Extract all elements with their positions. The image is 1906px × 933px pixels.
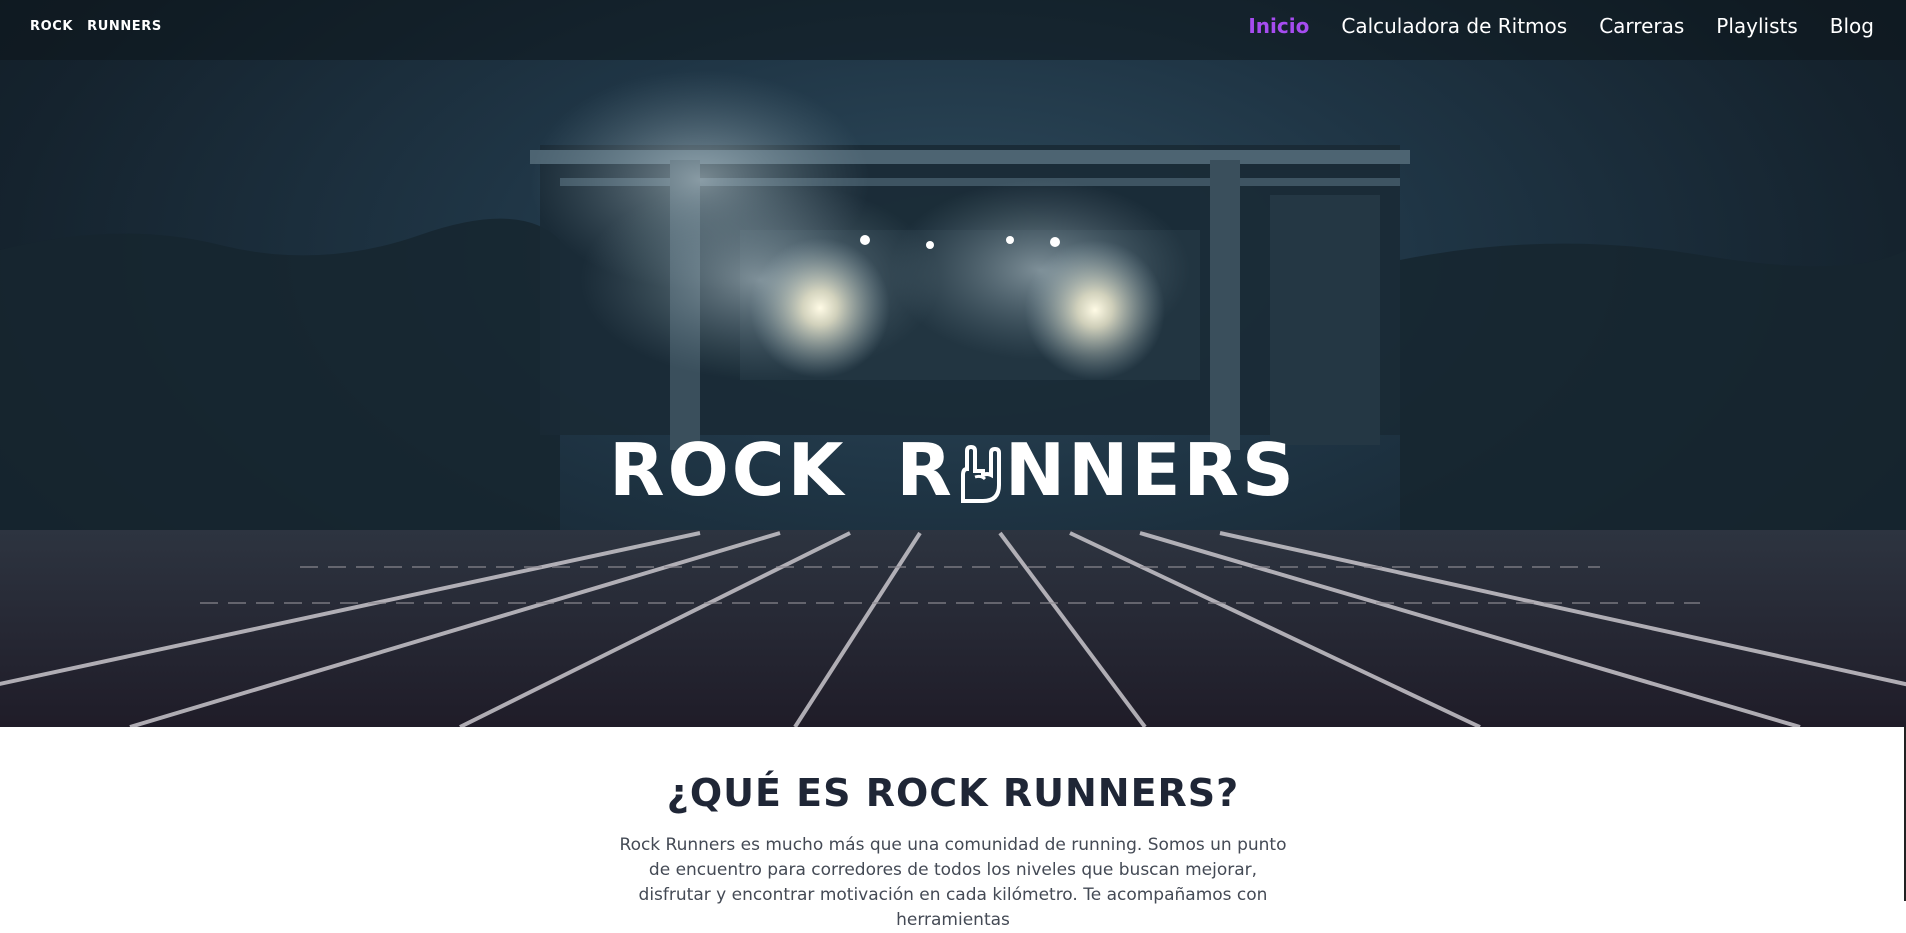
about-paragraph: Rock Runners es mucho más que una comuni…	[619, 835, 1287, 930]
about-heading: ¿QUÉ ES ROCK RUNNERS?	[666, 771, 1240, 815]
concert-stage-track-image	[0, 0, 1906, 727]
nav-item-carreras[interactable]: Carreras	[1599, 14, 1684, 38]
about-section: ¿QUÉ ES ROCK RUNNERS? Rock Runners es mu…	[0, 727, 1906, 933]
hero-title-nners: NNERS	[1004, 428, 1297, 512]
nav-item-calculadora-de-ritmos[interactable]: Calculadora de Ritmos	[1341, 14, 1567, 38]
hero-logo-title: ROCK R NNERS	[0, 428, 1906, 520]
nav-item-inicio[interactable]: Inicio	[1248, 14, 1309, 38]
hero-title-r: R	[896, 428, 955, 512]
brand-logo[interactable]: ROCK RUNNERS	[30, 19, 162, 34]
hero-title-rock: ROCK	[609, 428, 847, 512]
rock-hand-icon	[955, 436, 1005, 520]
brand-logo-text-rock: ROCK	[30, 19, 74, 34]
main-nav: Inicio Calculadora de Ritmos Carreras Pl…	[1248, 14, 1874, 38]
top-navigation-bar: ROCK RUNNERS Inicio Calculadora de Ritmos…	[0, 0, 1906, 56]
hero-banner: ROCK RUNNERS Inicio Calculadora de Ritmos…	[0, 0, 1906, 727]
nav-item-playlists[interactable]: Playlists	[1716, 14, 1798, 38]
nav-item-blog[interactable]: Blog	[1830, 14, 1874, 38]
brand-logo-text-runners: RUNNERS	[87, 19, 162, 34]
